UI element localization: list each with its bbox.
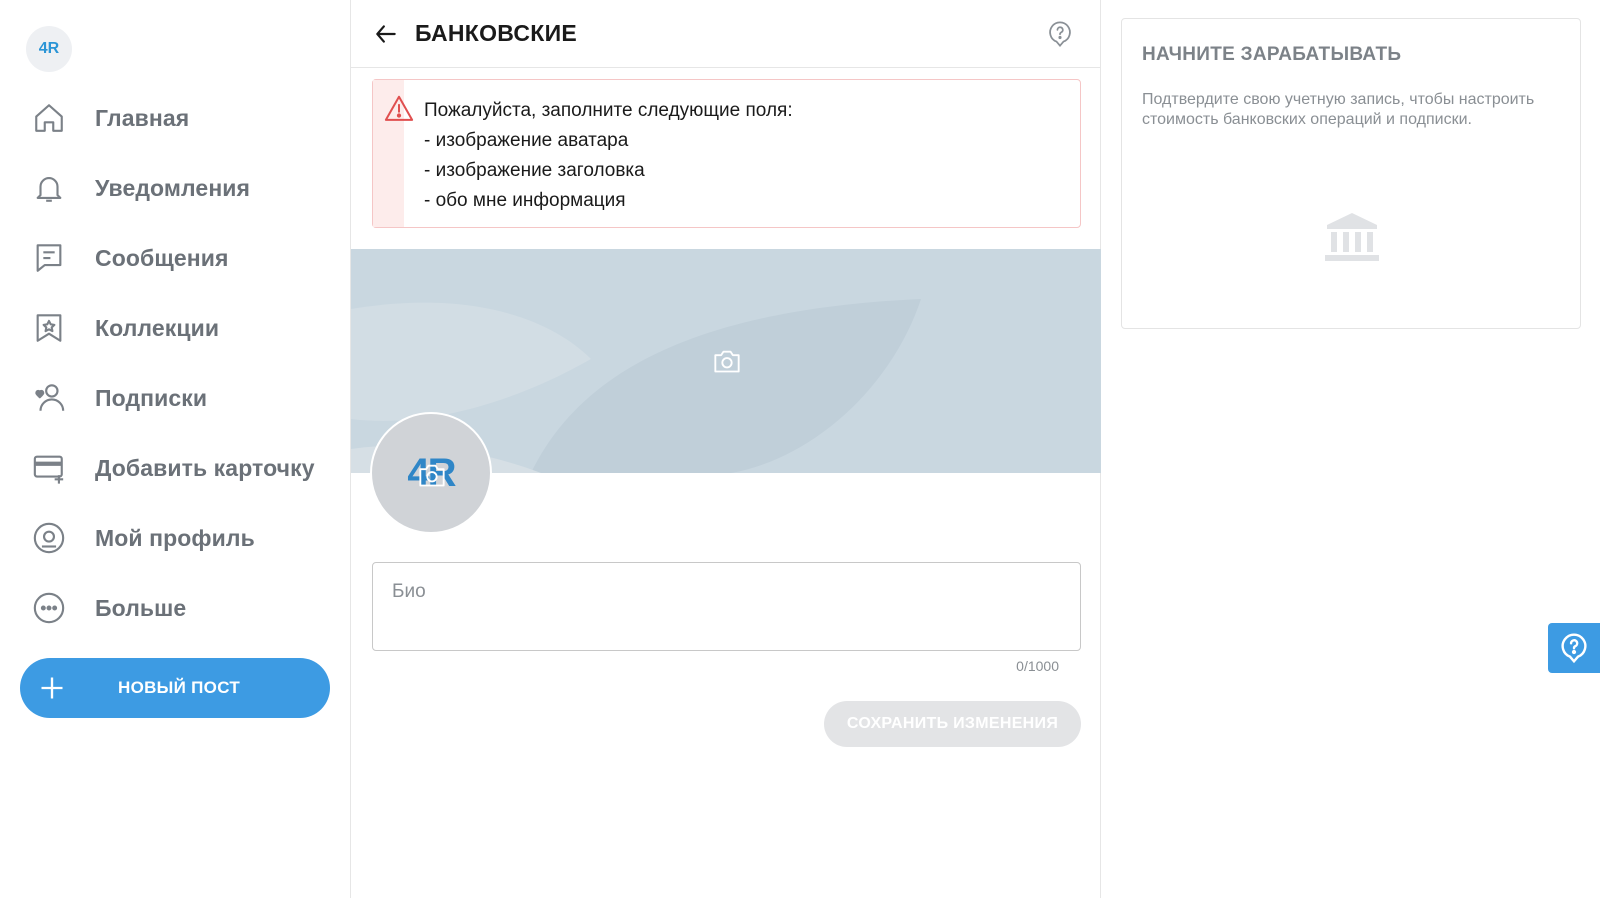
- required-fields-alert: Пожалуйста, заполните следующие поля: - …: [372, 79, 1081, 228]
- sidebar-item-collections[interactable]: Коллекции: [0, 293, 350, 363]
- alert-line: - изображение заголовка: [424, 160, 645, 181]
- earn-description: Подтвердите свою учетную запись, чтобы н…: [1142, 91, 1535, 128]
- warning-icon: [384, 95, 414, 121]
- sidebar-item-label: Главная: [95, 104, 190, 131]
- plus-icon: [41, 677, 63, 699]
- help-button[interactable]: [1046, 20, 1074, 48]
- bookmark-star-icon: [32, 311, 66, 345]
- help-pin-icon: [1561, 633, 1587, 664]
- page-header: БАНКОВСКИЕ: [351, 0, 1100, 68]
- add-card-icon: [32, 451, 66, 485]
- app-logo-avatar[interactable]: 4R: [26, 26, 72, 72]
- bank-icon: [1325, 213, 1379, 261]
- camera-icon: [419, 464, 445, 487]
- sidebar-item-label: Больше: [95, 594, 187, 621]
- save-changes-button[interactable]: СОХРАНИТЬ ИЗМЕНЕНИЯ: [824, 701, 1081, 747]
- sidebar-item-more[interactable]: Больше: [0, 573, 350, 643]
- sidebar-item-subscriptions[interactable]: Подписки: [0, 363, 350, 433]
- floating-help-button[interactable]: [1548, 623, 1600, 673]
- bio-char-counter: 0/1000: [1016, 658, 1059, 674]
- help-pin-icon: [1049, 21, 1071, 48]
- bio-input[interactable]: [372, 562, 1081, 651]
- bell-icon: [32, 171, 66, 205]
- profile-icon: [32, 521, 66, 555]
- message-icon: [32, 241, 66, 275]
- start-earning-card: НАЧНИТЕ ЗАРАБАТЫВАТЬ Подтвердите свою уч…: [1121, 18, 1581, 329]
- avatar-upload[interactable]: 4R: [370, 412, 492, 534]
- sidebar-item-label: Уведомления: [95, 174, 251, 201]
- sidebar-item-label: Сообщения: [95, 244, 229, 271]
- alert-line: Пожалуйста, заполните следующие поля:: [424, 100, 793, 121]
- sidebar-item-notifications[interactable]: Уведомления: [0, 153, 350, 223]
- sidebar-item-label: Добавить карточку: [95, 454, 315, 481]
- alert-text: Пожалуйста, заполните следующие поля: - …: [424, 96, 793, 216]
- sidebar-item-add-card[interactable]: Добавить карточку: [0, 433, 350, 503]
- sidebar-item-messages[interactable]: Сообщения: [0, 223, 350, 293]
- sidebar-item-label: Подписки: [95, 384, 208, 411]
- camera-icon: [714, 350, 740, 373]
- new-post-label: НОВЫЙ ПОСТ: [118, 678, 241, 697]
- earn-title: НАЧНИТЕ ЗАРАБАТЫВАТЬ: [1142, 44, 1402, 65]
- sidebar-item-label: Коллекции: [95, 314, 220, 341]
- new-post-button[interactable]: НОВЫЙ ПОСТ: [20, 658, 330, 718]
- alert-line: - обо мне информация: [424, 190, 626, 211]
- sidebar: 4R Главная Уведомления Сообщения Коллекц…: [0, 0, 351, 898]
- main-column: БАНКОВСКИЕ Пожалуйста, заполните следующ…: [351, 0, 1101, 898]
- sidebar-item-home[interactable]: Главная: [0, 83, 350, 153]
- sidebar-item-label: Мой профиль: [95, 524, 255, 551]
- home-icon: [32, 101, 66, 135]
- page-title: БАНКОВСКИЕ: [415, 20, 578, 46]
- sidebar-item-profile[interactable]: Мой профиль: [0, 503, 350, 573]
- subscriptions-icon: [32, 381, 66, 415]
- back-button[interactable]: [371, 19, 401, 49]
- alert-line: - изображение аватара: [424, 130, 629, 151]
- sidebar-nav: Главная Уведомления Сообщения Коллекции …: [0, 83, 350, 643]
- arrow-left-icon: [376, 24, 396, 43]
- more-icon: [32, 591, 66, 625]
